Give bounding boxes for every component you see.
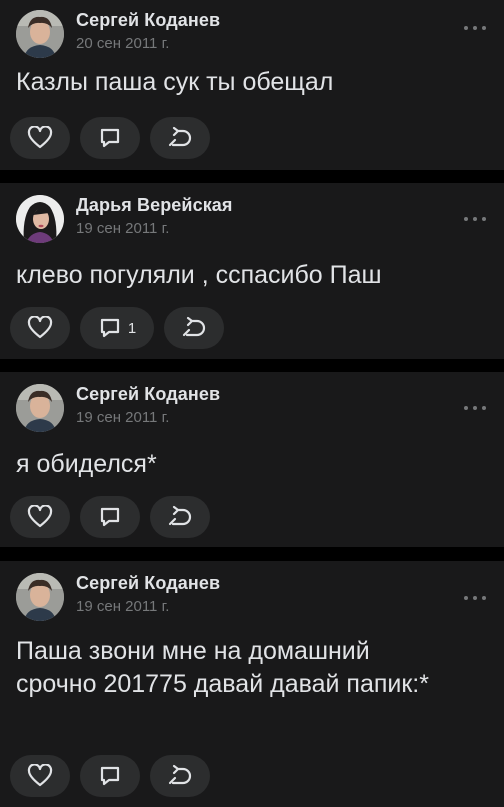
post-date[interactable]: 19 сен 2011 г. [76, 409, 169, 426]
author-name[interactable]: Дарья Верейская [76, 195, 233, 216]
post-text: я обиделся* [16, 450, 157, 478]
comment-button[interactable] [80, 117, 140, 159]
share-button[interactable] [150, 496, 210, 538]
post-date[interactable]: 19 сен 2011 г. [76, 220, 169, 237]
like-button[interactable] [10, 755, 70, 797]
share-button[interactable] [164, 307, 224, 349]
share-outline-icon [167, 764, 193, 788]
author-name[interactable]: Сергей Коданев [76, 573, 220, 594]
comment-outline-icon [98, 505, 122, 529]
post-text: клево погуляли , сспасибо Паш [16, 261, 382, 289]
post-date[interactable]: 20 сен 2011 г. [76, 35, 169, 52]
more-horizontal-icon[interactable] [464, 24, 486, 32]
more-horizontal-icon[interactable] [464, 404, 486, 412]
author-avatar[interactable] [16, 10, 64, 58]
comment-outline-icon [98, 316, 122, 340]
comment-outline-icon [98, 764, 122, 788]
comment-button[interactable]: 1 [80, 307, 154, 349]
author-avatar[interactable] [16, 384, 64, 432]
more-horizontal-icon[interactable] [464, 594, 486, 602]
post-card: Сергей Коданев 19 сен 2011 г. Паша звони… [0, 561, 504, 807]
wall-feed: Сергей Коданев 20 сен 2011 г. Казлы паша… [0, 0, 504, 807]
more-horizontal-icon[interactable] [464, 215, 486, 223]
like-button[interactable] [10, 117, 70, 159]
post-card: Дарья Верейская 19 сен 2011 г. клево пог… [0, 183, 504, 359]
comments-count: 1 [127, 319, 137, 337]
share-button[interactable] [150, 117, 210, 159]
comment-button[interactable] [80, 755, 140, 797]
post-text: Паша звони мне на домашний срочно 201775… [16, 637, 429, 698]
author-avatar[interactable] [16, 195, 64, 243]
share-outline-icon [167, 505, 193, 529]
heart-outline-icon [27, 764, 53, 788]
share-outline-icon [181, 316, 207, 340]
heart-outline-icon [27, 505, 53, 529]
comment-outline-icon [98, 126, 122, 150]
like-button[interactable] [10, 307, 70, 349]
heart-outline-icon [27, 316, 53, 340]
author-name[interactable]: Сергей Коданев [76, 10, 220, 31]
post-text: Казлы паша сук ты обещал [16, 68, 334, 96]
like-button[interactable] [10, 496, 70, 538]
comment-button[interactable] [80, 496, 140, 538]
author-name[interactable]: Сергей Коданев [76, 384, 220, 405]
heart-outline-icon [27, 126, 53, 150]
share-outline-icon [167, 126, 193, 150]
post-date[interactable]: 19 сен 2011 г. [76, 598, 169, 615]
post-card: Сергей Коданев 19 сен 2011 г. я обиделся… [0, 372, 504, 547]
share-button[interactable] [150, 755, 210, 797]
post-card: Сергей Коданев 20 сен 2011 г. Казлы паша… [0, 0, 504, 170]
author-avatar[interactable] [16, 573, 64, 621]
